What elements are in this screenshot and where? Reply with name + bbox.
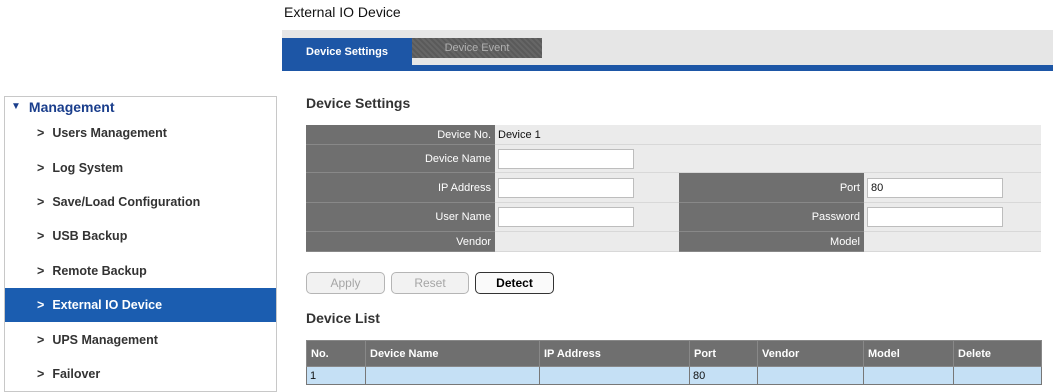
password-input[interactable] bbox=[867, 207, 1003, 227]
chevron-right-icon: > bbox=[37, 332, 45, 347]
sidebar-item-label: USB Backup bbox=[52, 229, 128, 244]
device-list-heading: Device List bbox=[306, 310, 380, 326]
sidebar-item-save-load-configuration[interactable]: > Save/Load Configuration bbox=[5, 185, 276, 219]
reset-button[interactable]: Reset bbox=[391, 272, 469, 294]
management-section-header[interactable]: ▼ Management bbox=[5, 97, 276, 116]
tab-underline bbox=[282, 65, 1053, 71]
apply-button[interactable]: Apply bbox=[306, 272, 385, 294]
cell-delete[interactable] bbox=[953, 366, 1042, 385]
cell-vendor bbox=[757, 366, 864, 385]
sidebar-item-ups-management[interactable]: > UPS Management bbox=[5, 322, 276, 356]
tab-device-settings[interactable]: Device Settings bbox=[282, 38, 412, 65]
cell-ip-address bbox=[539, 366, 690, 385]
sidebar-item-label: Failover bbox=[52, 366, 101, 381]
chevron-right-icon: > bbox=[37, 160, 45, 175]
detect-button[interactable]: Detect bbox=[475, 272, 554, 294]
page-title: External IO Device bbox=[284, 4, 401, 20]
triangle-down-icon: ▼ bbox=[11, 101, 21, 112]
sidebar-item-label: External IO Device bbox=[52, 298, 163, 313]
cell-device-name bbox=[365, 366, 540, 385]
chevron-right-icon: > bbox=[37, 298, 45, 313]
user-name-cell bbox=[495, 203, 679, 232]
device-settings-heading: Device Settings bbox=[306, 95, 411, 111]
table-header-row: No. Device Name IP Address Port Vendor M… bbox=[306, 340, 1042, 367]
ip-address-cell bbox=[495, 173, 679, 203]
chevron-right-icon: > bbox=[37, 229, 45, 244]
column-header-delete: Delete bbox=[953, 340, 1042, 367]
sidebar-item-label: Log System bbox=[52, 160, 124, 175]
sidebar-item-log-system[interactable]: > Log System bbox=[5, 150, 276, 184]
sidebar-item-remote-backup[interactable]: > Remote Backup bbox=[5, 254, 276, 288]
model-label: Model bbox=[679, 232, 864, 252]
cell-port: 80 bbox=[689, 366, 758, 385]
sidebar-item-usb-backup[interactable]: > USB Backup bbox=[5, 219, 276, 253]
sidebar-item-failover[interactable]: > Failover bbox=[5, 357, 276, 391]
sidebar-menu: > Users Management > Log System > Save/L… bbox=[5, 116, 276, 391]
column-header-ip-address: IP Address bbox=[539, 340, 690, 367]
device-name-cell bbox=[495, 145, 1041, 173]
cell-model bbox=[863, 366, 954, 385]
cell-no: 1 bbox=[306, 366, 366, 385]
device-list-table: No. Device Name IP Address Port Vendor M… bbox=[306, 340, 1042, 385]
sidebar-item-label: Save/Load Configuration bbox=[52, 194, 201, 209]
password-cell bbox=[864, 203, 1041, 232]
device-no-value: Device 1 bbox=[495, 125, 1041, 145]
table-row[interactable]: 1 80 bbox=[306, 366, 1042, 385]
chevron-right-icon: > bbox=[37, 126, 45, 141]
column-header-device-name: Device Name bbox=[365, 340, 540, 367]
chevron-right-icon: > bbox=[37, 263, 45, 278]
column-header-vendor: Vendor bbox=[757, 340, 864, 367]
sidebar: ▼ Management > Users Management > Log Sy… bbox=[4, 96, 277, 392]
column-header-model: Model bbox=[863, 340, 954, 367]
vendor-label: Vendor bbox=[306, 232, 495, 252]
main-content: External IO Device Device Settings Devic… bbox=[282, 0, 1053, 392]
port-input[interactable] bbox=[867, 177, 1003, 198]
ip-address-input[interactable] bbox=[498, 177, 634, 198]
device-no-label: Device No. bbox=[306, 125, 495, 145]
sidebar-item-external-io-device[interactable]: > External IO Device bbox=[5, 287, 276, 323]
password-label: Password bbox=[679, 203, 864, 232]
management-section-label: Management bbox=[28, 98, 115, 115]
chevron-right-icon: > bbox=[37, 366, 45, 381]
sidebar-item-users-management[interactable]: > Users Management bbox=[5, 116, 276, 150]
column-header-no: No. bbox=[306, 340, 366, 367]
model-value bbox=[864, 232, 1041, 252]
port-label: Port bbox=[679, 173, 864, 203]
sidebar-item-label: Remote Backup bbox=[52, 263, 147, 278]
sidebar-item-label: UPS Management bbox=[52, 332, 158, 347]
tab-device-event[interactable]: Device Event bbox=[412, 38, 542, 58]
vendor-value bbox=[495, 232, 679, 252]
device-name-input[interactable] bbox=[498, 148, 634, 169]
column-header-port: Port bbox=[689, 340, 758, 367]
port-cell bbox=[864, 173, 1041, 203]
sidebar-item-label: Users Management bbox=[52, 126, 167, 141]
ip-address-label: IP Address bbox=[306, 173, 495, 203]
user-name-label: User Name bbox=[306, 203, 495, 232]
user-name-input[interactable] bbox=[498, 207, 634, 227]
device-name-label: Device Name bbox=[306, 145, 495, 173]
chevron-right-icon: > bbox=[37, 194, 45, 209]
device-settings-form: Device No. Device 1 Device Name IP Addre… bbox=[306, 125, 1041, 252]
